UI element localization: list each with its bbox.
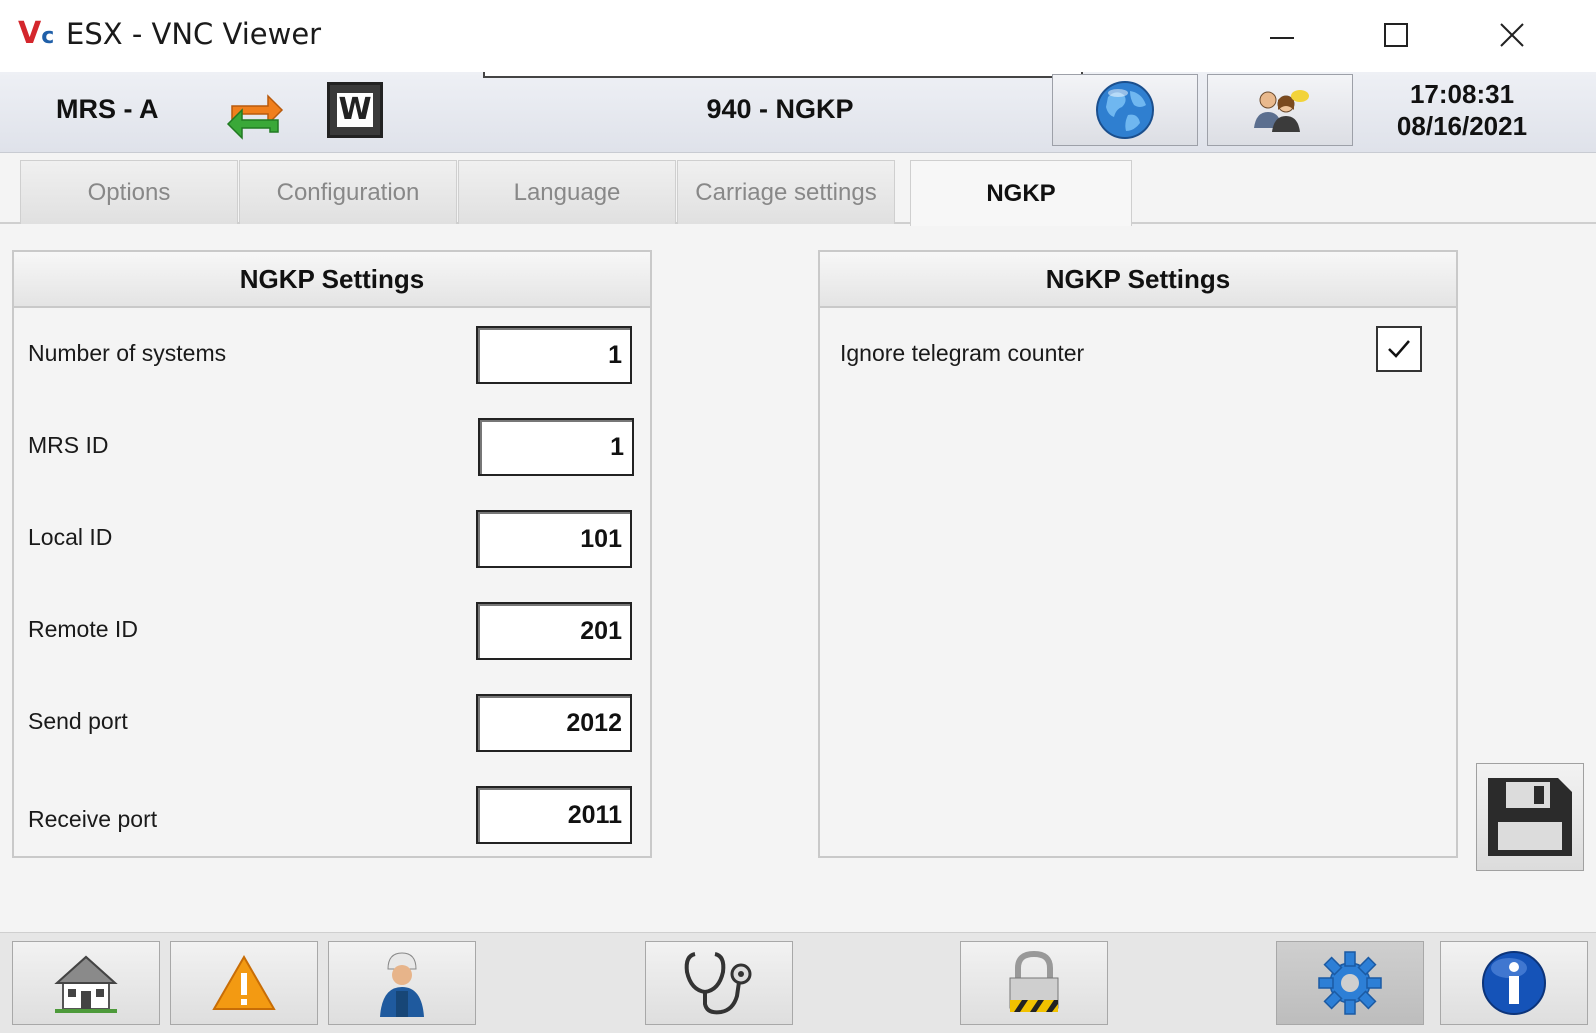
remote-id-label: Remote ID — [28, 616, 138, 642]
panel-title: NGKP Settings — [14, 252, 650, 308]
close-button[interactable] — [1482, 14, 1542, 56]
number-of-systems-field[interactable]: 1 — [476, 326, 632, 384]
stethoscope-icon — [684, 952, 752, 1015]
close-icon — [1500, 23, 1524, 47]
tab-configuration[interactable]: Configuration — [239, 160, 457, 224]
w-icon[interactable]: W — [327, 82, 383, 138]
receive-port-label: Receive port — [28, 806, 158, 832]
tab-carriage-settings[interactable]: Carriage settings — [677, 160, 895, 224]
mrs-id-field[interactable]: 1 — [478, 418, 634, 476]
ngkp-settings-panel-right: NGKP Settings Ignore telegram counter — [818, 250, 1458, 858]
warning-button[interactable] — [170, 941, 318, 1025]
globe-button[interactable] — [1052, 74, 1198, 146]
ignore-telegram-counter-label: Ignore telegram counter — [840, 340, 1085, 366]
settings-button[interactable] — [1276, 941, 1424, 1025]
lock-icon — [1009, 950, 1059, 1012]
technician-button[interactable] — [328, 941, 476, 1025]
ignore-telegram-counter-checkbox[interactable] — [1376, 326, 1422, 372]
checkmark-icon — [1388, 340, 1410, 358]
sync-icon[interactable] — [224, 80, 286, 142]
panel-title: NGKP Settings — [820, 252, 1456, 308]
remote-id-field[interactable]: 201 — [476, 602, 632, 660]
users-button[interactable] — [1207, 74, 1353, 146]
date-display: 08/16/2021 — [1396, 111, 1528, 141]
send-port-label: Send port — [28, 708, 128, 734]
ngkp-settings-panel-left: NGKP Settings Number of systems 1 MRS ID… — [12, 250, 652, 858]
tab-language[interactable]: Language — [458, 160, 676, 224]
time-display: 17:08:31 — [1409, 79, 1515, 109]
receive-port-field[interactable]: 2011 — [476, 786, 632, 844]
mrs-label: MRS - A — [56, 94, 159, 124]
page-title: 940 - NGKP — [706, 94, 854, 124]
maximize-icon — [1384, 23, 1408, 47]
window-titlebar: Vc ESX - VNC Viewer — [0, 0, 1596, 72]
technician-icon — [380, 952, 424, 1017]
info-button[interactable] — [1440, 941, 1588, 1025]
minimize-icon — [1270, 37, 1294, 39]
minimize-button[interactable] — [1252, 14, 1312, 56]
number-of-systems-label: Number of systems — [28, 340, 227, 366]
clock: 17:08:31 08/16/2021 — [1372, 78, 1552, 142]
mrs-id-label: MRS ID — [28, 432, 109, 458]
tab-options[interactable]: Options — [20, 160, 238, 224]
diagnostics-button[interactable] — [645, 941, 793, 1025]
tab-ngkp[interactable]: NGKP — [910, 160, 1132, 226]
local-id-field[interactable]: 101 — [476, 510, 632, 568]
tab-bar: Options Configuration Language Carriage … — [0, 152, 1596, 226]
save-button[interactable] — [1476, 763, 1584, 871]
home-icon — [54, 955, 118, 1013]
warning-icon — [212, 954, 276, 1010]
bottom-navigation — [0, 932, 1596, 1033]
send-port-field[interactable]: 2012 — [476, 694, 632, 752]
users-icon — [1254, 90, 1309, 132]
settings-gear-icon — [1318, 951, 1382, 1015]
local-id-label: Local ID — [28, 524, 113, 550]
home-button[interactable] — [12, 941, 160, 1025]
lock-button[interactable] — [960, 941, 1108, 1025]
header-divider — [483, 72, 1083, 78]
info-icon — [1482, 951, 1546, 1015]
maximize-button[interactable] — [1366, 14, 1426, 56]
app-header: MRS - A W 940 - NGKP 17:08:31 08/16/2021 — [0, 72, 1596, 153]
window-title: ESX - VNC Viewer — [66, 17, 322, 51]
globe-icon — [1096, 81, 1154, 139]
setting-row: Ignore telegram counter — [820, 330, 1456, 390]
vnc-logo-icon: Vc — [18, 16, 55, 51]
floppy-disk-icon — [1488, 778, 1572, 856]
